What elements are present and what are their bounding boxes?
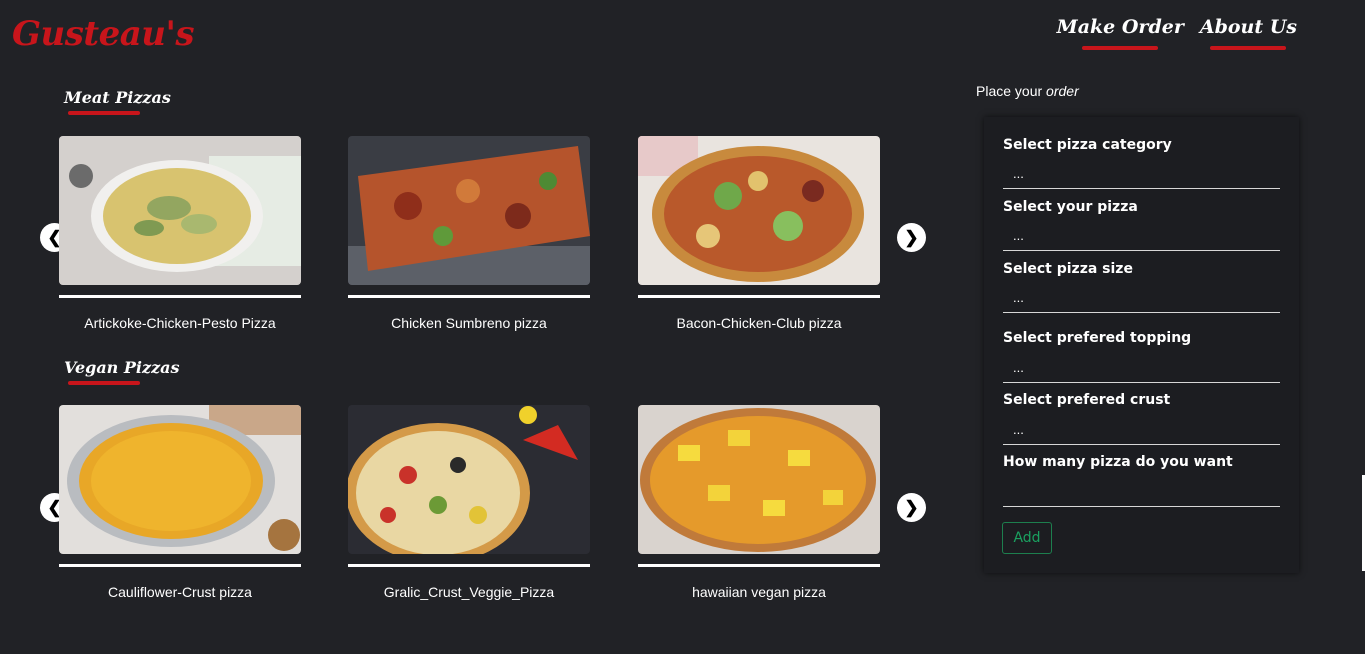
section-underline: [68, 381, 140, 385]
section-title-vegan-label: Vegan Pizzas: [64, 358, 180, 377]
card-divider: [638, 295, 880, 298]
category-select[interactable]: ...: [1003, 163, 1280, 189]
pizza-image: [348, 405, 590, 554]
section-title-meat: Meat Pizzas: [64, 88, 171, 115]
card-divider: [59, 295, 301, 298]
pizza-image: [638, 405, 880, 554]
nav-about-us-label: About Us: [1199, 16, 1297, 38]
brand-logo[interactable]: Gusteau's: [12, 14, 195, 54]
size-select[interactable]: ...: [1003, 287, 1280, 313]
pizza-card[interactable]: hawaiian vegan pizza: [638, 405, 880, 600]
pizza-card[interactable]: Gralic_Crust_Veggie_Pizza: [348, 405, 590, 600]
topping-select[interactable]: ...: [1003, 357, 1280, 383]
card-divider: [348, 295, 590, 298]
pizza-name: Artickoke-Chicken-Pesto Pizza: [84, 315, 276, 331]
pizza-card[interactable]: Chicken Sumbreno pizza: [348, 136, 590, 331]
pizza-image: [638, 136, 880, 285]
chevron-right-icon[interactable]: ❯: [897, 493, 926, 522]
pizza-label: Select your pizza: [1003, 199, 1138, 215]
pizza-name: Gralic_Crust_Veggie_Pizza: [383, 584, 555, 600]
card-divider: [59, 564, 301, 567]
pizza-card[interactable]: Bacon-Chicken-Club pizza: [638, 136, 880, 331]
order-form: Select pizza category ... Select your pi…: [984, 117, 1299, 573]
pizza-select[interactable]: ...: [1003, 225, 1280, 251]
order-heading: Place your order: [976, 83, 1079, 99]
quantity-label: How many pizza do you want: [1003, 454, 1233, 470]
pizza-name: Chicken Sumbreno pizza: [391, 315, 547, 331]
pizza-name: Bacon-Chicken-Club pizza: [676, 315, 842, 331]
order-heading-prefix: Place your: [976, 83, 1047, 99]
crust-select[interactable]: ...: [1003, 419, 1280, 445]
card-divider: [348, 564, 590, 567]
nav-make-order-label: Make Order: [1056, 16, 1184, 38]
quantity-input[interactable]: [1003, 481, 1280, 507]
carousel-vegan: ❮ Cauliflower-Crust pizza Gralic_Crust_V…: [40, 405, 926, 615]
chevron-right-icon[interactable]: ❯: [897, 223, 926, 252]
size-label: Select pizza size: [1003, 261, 1133, 277]
card-divider: [638, 564, 880, 567]
nav-about-us[interactable]: About Us: [1200, 16, 1297, 50]
top-nav: Make Order About Us: [1057, 16, 1297, 50]
topping-label: Select prefered topping: [1003, 330, 1192, 346]
order-heading-emph: order: [1046, 83, 1079, 99]
add-button[interactable]: Add: [1002, 522, 1052, 554]
pizza-image: [348, 136, 590, 285]
section-underline: [68, 111, 140, 115]
pizza-name: Cauliflower-Crust pizza: [108, 584, 252, 600]
carousel-meat: ❮ Artickoke-Chicken-Pesto Pizza Chicken …: [40, 136, 926, 346]
nav-underline: [1210, 46, 1287, 50]
nav-make-order[interactable]: Make Order: [1057, 16, 1184, 50]
nav-underline: [1082, 46, 1159, 50]
pizza-name: hawaiian vegan pizza: [692, 584, 826, 600]
pizza-image: [59, 405, 301, 554]
pizza-card[interactable]: Cauliflower-Crust pizza: [59, 405, 301, 600]
category-label: Select pizza category: [1003, 137, 1172, 153]
pizza-card[interactable]: Artickoke-Chicken-Pesto Pizza: [59, 136, 301, 331]
crust-label: Select prefered crust: [1003, 392, 1171, 408]
section-title-vegan: Vegan Pizzas: [64, 358, 180, 385]
pizza-image: [59, 136, 301, 285]
section-title-meat-label: Meat Pizzas: [64, 88, 171, 107]
